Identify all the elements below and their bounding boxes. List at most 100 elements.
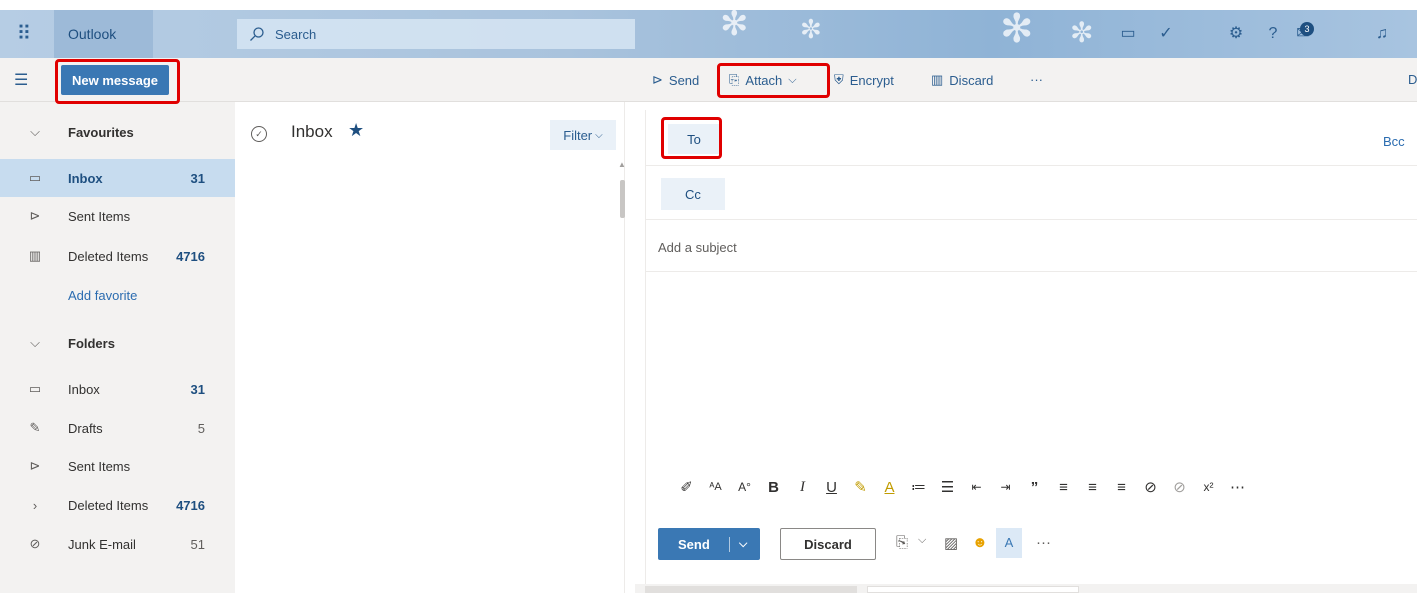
chat-icon[interactable]: ▭ [1117,23,1139,45]
compose-pane: To Bcc Cc Add a subject ✐ ᴬA A° B I U ✎ … [645,110,1417,593]
shield-icon: ⛨ [834,72,844,87]
align-left-icon[interactable]: ≡ [1049,479,1078,496]
more-options-icon[interactable]: ··· [1036,534,1051,551]
app-name-label: Outlook [68,26,117,42]
more-options-button[interactable]: ··· [1030,72,1043,87]
more-formatting-icon[interactable]: ⋯ [1223,478,1252,496]
discard-label: Discard [949,72,994,88]
to-button[interactable]: To [668,124,720,154]
nav-item-sent[interactable]: ⊳ Sent Items [0,447,235,485]
toolbar-cut-label: D [1408,72,1417,87]
nav-item-favourite-sent[interactable]: ⊳ Sent Items [0,197,235,235]
emoji-icon[interactable]: ☻ [972,534,988,551]
pencil-icon: ✎ [29,420,41,435]
message-list: ✓ Inbox ★ Filter ⌵ ▲ [235,102,626,593]
search-icon [250,27,264,41]
add-favorite-label: Add favorite [68,287,138,303]
folders-header[interactable]: ⌵ Folders [0,324,235,362]
blocked-icon: ⊘ [29,536,41,551]
increase-indent-icon[interactable]: ⇥ [991,480,1020,494]
italic-icon[interactable]: I [788,479,817,496]
bottom-tab-placeholder [867,586,1079,593]
select-all-checkbox[interactable]: ✓ [251,126,267,142]
top-app-bar: ✻ ✼ ✻ ✼ ⠿ Outlook Search ▭ ✓ ⚙ ? ✉ 3 ♫ [0,5,1417,58]
image-icon[interactable]: ▨ [944,534,958,552]
attach-command[interactable]: ⎘ Attach ⌵ [729,72,797,88]
editor-options-icon[interactable]: A [996,528,1022,558]
bcc-link[interactable]: Bcc [1383,134,1405,149]
numbering-icon[interactable]: ☰ [933,478,962,496]
encrypt-command[interactable]: ⛨ Encrypt [834,72,894,88]
link-icon[interactable]: ⊘ [1136,478,1165,496]
to-field[interactable]: To Bcc [646,110,1417,166]
align-right-icon[interactable]: ≡ [1107,479,1136,496]
unread-count: 4716 [176,248,205,264]
subject-field[interactable] [646,220,1417,272]
quote-icon[interactable]: ” [1020,479,1049,496]
decrease-indent-icon[interactable]: ⇤ [962,480,991,494]
highlight-icon[interactable]: ✎ [846,478,875,496]
chevron-down-icon[interactable]: ⌵ [730,538,747,551]
folder-title: Inbox [291,122,333,141]
notifications-bell-icon[interactable]: ♫ [1371,23,1393,45]
bullets-icon[interactable]: ≔ [904,478,933,496]
new-message-button[interactable]: New message [61,65,169,95]
grow-font-icon[interactable]: A° [730,480,759,494]
bottom-strip [635,584,1417,593]
subject-input[interactable]: Add a subject [658,240,737,255]
app-launcher-icon[interactable]: ⠿ [12,22,36,46]
bcc-label: Bcc [1383,134,1405,149]
search-box[interactable]: Search [237,19,635,49]
to-label: To [687,131,701,147]
nav-item-inbox[interactable]: ▭ Inbox 31 [0,370,235,408]
underline-icon[interactable]: U [817,479,846,496]
send-command[interactable]: ⊳ Send [652,72,699,88]
remove-link-icon[interactable]: ⊘ [1165,478,1194,496]
font-color-icon[interactable]: A [875,479,904,496]
cc-label: Cc [685,186,701,202]
cc-field[interactable] [646,166,1417,220]
add-favorite-link[interactable]: Add favorite [0,276,235,314]
align-center-icon[interactable]: ≡ [1078,479,1107,496]
bold-icon[interactable]: B [759,479,788,496]
toolbar-cut-item[interactable]: D [1408,72,1417,87]
unread-count: 31 [190,381,205,397]
nav-item-deleted[interactable]: › Deleted Items 4716 [0,486,235,524]
paperclip-icon[interactable]: ⎘ [896,534,908,551]
nav-item-label: Junk E-mail [68,536,136,552]
todo-icon[interactable]: ✓ [1155,23,1177,45]
help-icon[interactable]: ? [1262,23,1284,45]
nav-item-drafts[interactable]: ✎ Drafts 5 [0,409,235,447]
chevron-down-icon[interactable]: ⌵ [918,534,926,547]
discard-button[interactable]: Discard [780,528,876,560]
nav-item-favourite-deleted[interactable]: ▥ Deleted Items 4716 [0,237,235,275]
folder-pane: ⌵ Favourites ▭ Inbox 31 ⊳ Sent Items ▥ D… [0,102,235,593]
chevron-down-icon: ⌵ [30,335,40,350]
message-list-header: ✓ Inbox ★ Filter ⌵ [235,102,625,164]
nav-item-favourite-inbox[interactable]: ▭ Inbox 31 [0,159,235,197]
hamburger-menu-icon[interactable]: ☰ [14,70,28,90]
format-painter-icon[interactable]: ✐ [672,478,701,496]
send-button[interactable]: Send ⌵ [658,528,760,560]
scroll-up-arrow[interactable]: ▲ [618,160,626,169]
new-message-label: New message [72,72,158,88]
message-body-editor[interactable] [646,272,1417,462]
more-label: ··· [1030,72,1043,87]
nav-item-label: Deleted Items [68,248,149,264]
send-icon: ⊳ [29,208,41,223]
inbox-icon: ▭ [28,170,42,185]
font-size-icon[interactable]: ᴬA [701,481,730,493]
nav-item-junk[interactable]: ⊘ Junk E-mail 51 [0,525,235,563]
app-name[interactable]: Outlook [54,10,153,58]
discard-command[interactable]: ▥ Discard [931,72,993,88]
settings-icon[interactable]: ⚙ [1225,23,1247,45]
filter-button[interactable]: Filter ⌵ [550,120,616,150]
formatting-toolbar: ✐ ᴬA A° B I U ✎ A ≔ ☰ ⇤ ⇥ ” ≡ ≡ ≡ ⊘ ⊘ x²… [646,467,1417,507]
cc-button[interactable]: Cc [661,178,725,210]
bottom-tab-placeholder [645,586,857,593]
scrollbar-thumb[interactable] [620,180,625,218]
superscript-icon[interactable]: x² [1194,480,1223,494]
star-icon[interactable]: ★ [348,120,364,141]
favourites-header[interactable]: ⌵ Favourites [0,113,235,151]
filter-label: Filter [563,127,593,143]
